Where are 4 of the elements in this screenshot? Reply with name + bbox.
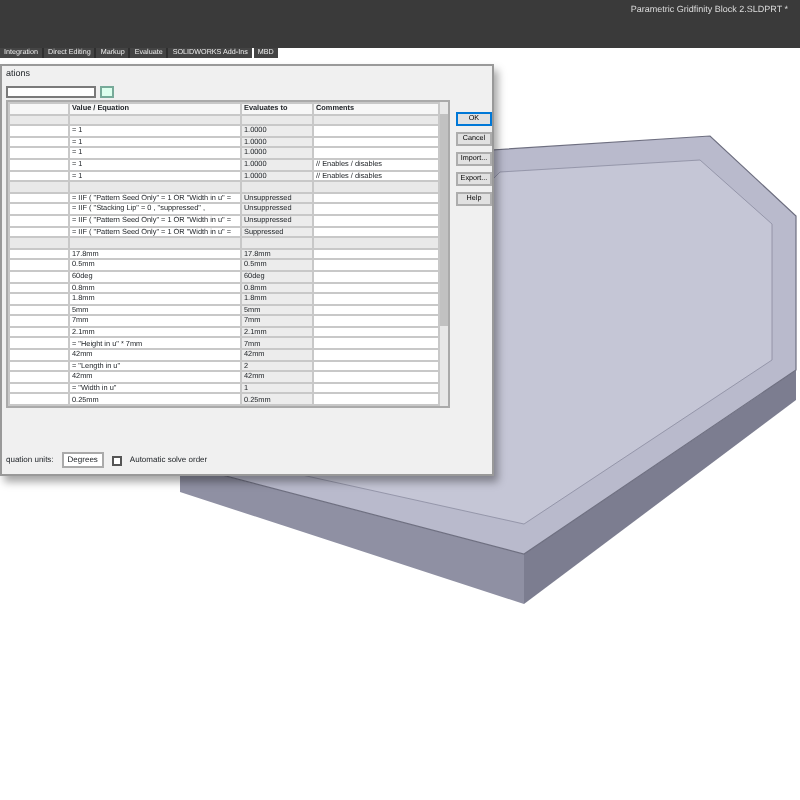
scrollbar[interactable] (440, 102, 448, 407)
filter-icon[interactable] (100, 86, 114, 98)
checkbox[interactable] (111, 455, 122, 465)
filter-field[interactable] (6, 86, 96, 98)
